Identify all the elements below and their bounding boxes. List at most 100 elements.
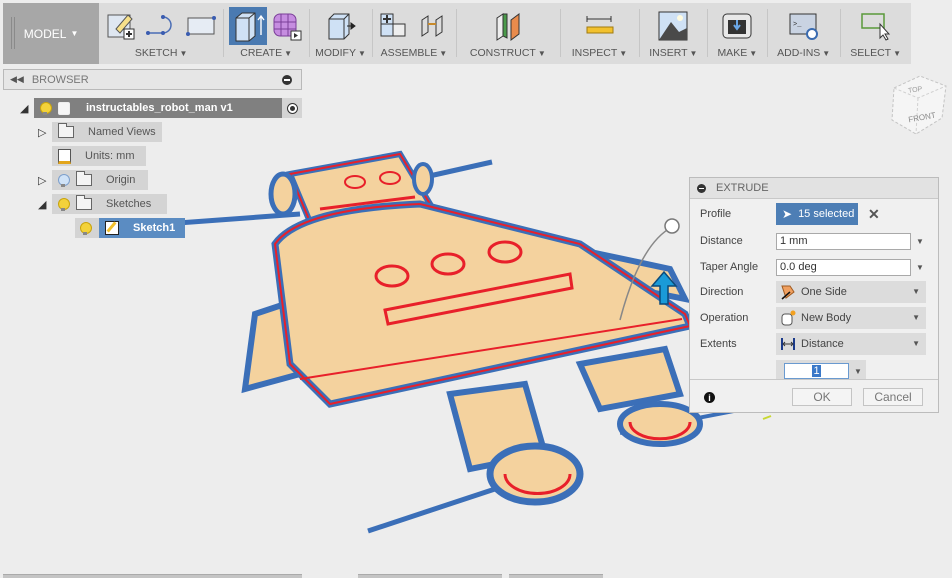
extrude-dialog: EXTRUDE Profile ➤ 15 selected ✕ Distance… [689,177,939,413]
chevron-down-icon[interactable]: ▼ [854,367,862,376]
rectangle-icon[interactable] [185,10,217,42]
robot-leg-right[interactable] [575,345,684,413]
extents-select[interactable]: Distance ▼ [776,333,926,355]
bottom-panel-right[interactable] [509,574,603,578]
distance-row: Distance 1 mm ▼ [700,230,924,252]
visibility-bulb-icon[interactable] [58,173,70,187]
extents-label: Extents [700,338,737,350]
addins-menu[interactable]: ADD-INS ▼ [777,47,830,59]
line-arc-icon[interactable] [145,10,177,42]
svg-text:>_: >_ [793,21,802,29]
inspect-menu[interactable]: INSPECT ▼ [572,47,627,59]
toolbar-group-inspect: INSPECT ▼ [559,3,639,64]
taper-label: Taper Angle [700,261,759,273]
direction-select[interactable]: One Side ▼ [776,281,926,303]
distance-dropdown-icon[interactable]: ▼ [916,237,924,246]
units-document-icon [58,148,71,164]
operation-row: Operation New Body ▼ [700,307,926,329]
sketch-icon [105,221,119,235]
sketch-menu[interactable]: SKETCH ▼ [135,47,188,59]
tree-item-label: Sketches [106,198,152,210]
extrude-footer: i OK Cancel [690,379,938,412]
visibility-bulb-icon[interactable] [40,101,52,115]
extrude-icon[interactable] [229,7,268,45]
scripts-addins-icon[interactable]: >_ [788,10,820,42]
radio-icon [286,102,298,114]
inline-distance-input[interactable]: 1 [784,363,849,379]
construct-plane-icon[interactable] [492,10,524,42]
sketch-line [424,159,493,180]
tree-item-label: Origin [106,174,136,186]
workspace-switcher[interactable]: MODEL ▼ [3,3,100,64]
tree-node-root[interactable]: instructables_robot_man v1 [34,98,282,118]
bottom-panel-center[interactable] [358,574,502,578]
toolbar-grip[interactable] [11,17,15,49]
expand-triangle-icon[interactable]: ▷ [38,126,52,139]
joint-icon[interactable] [418,10,450,42]
chevron-down-icon: ▼ [912,339,920,348]
tree-item-units[interactable]: Units: mm [52,146,146,166]
robot-eye [344,175,366,189]
activate-radio[interactable] [282,98,302,118]
minimize-icon[interactable] [282,75,292,85]
tree-item-label: Named Views [88,126,156,138]
make-menu[interactable]: MAKE ▼ [717,47,757,59]
workspace-label: MODEL [23,26,67,41]
info-icon[interactable]: i [704,392,715,403]
new-component-icon[interactable] [378,10,410,42]
bottom-panel-left[interactable] [3,574,302,578]
visibility-bulb-icon[interactable] [80,221,92,235]
expand-triangle-icon[interactable]: ▷ [38,174,52,187]
select-menu[interactable]: SELECT ▼ [850,47,901,59]
taper-angle-input[interactable]: 0.0 deg [776,258,911,276]
visibility-bulb-icon[interactable] [58,197,70,211]
ok-button[interactable]: OK [792,388,852,406]
expand-triangle-icon[interactable]: ◢ [20,102,34,115]
expand-triangle-icon[interactable]: ◢ [38,198,52,211]
extrude-manipulator-handle[interactable] [664,218,680,234]
browser-header[interactable]: ◀◀ BROWSER [3,69,302,90]
tree-item-origin[interactable]: ▷ Origin [38,170,148,190]
viewcube[interactable]: TOP FRONT [886,70,950,142]
insert-image-icon[interactable] [657,10,689,42]
assemble-menu[interactable]: ASSEMBLE ▼ [381,47,448,59]
insert-menu[interactable]: INSERT ▼ [649,47,697,59]
form-box-icon[interactable] [271,10,303,42]
measure-ruler-icon[interactable] [583,10,615,42]
construct-menu[interactable]: CONSTRUCT ▼ [470,47,546,59]
create-menu[interactable]: CREATE ▼ [240,47,292,59]
tree-root[interactable]: ◢ instructables_robot_man v1 [20,98,302,118]
press-pull-icon[interactable] [325,10,357,42]
operation-value: New Body [801,312,852,324]
create-sketch-icon[interactable] [105,10,137,42]
sketch-line [367,481,511,534]
chevron-down-icon: ▼ [70,29,79,38]
tree-item-label: Sketch1 [133,222,176,234]
profile-label: Profile [700,208,732,220]
tree-item-sketch1[interactable]: Sketch1 [75,218,185,238]
direction-value: One Side [801,286,847,298]
operation-select[interactable]: New Body ▼ [776,307,926,329]
window-select-icon[interactable] [860,10,892,42]
3d-print-icon[interactable] [721,10,753,42]
robot-sketch-profiles[interactable] [177,150,772,534]
distance-input[interactable]: 1 mm [776,232,911,250]
toolbar: MODEL ▼ SKETCH ▼ CREATE ▼ MODIFY ▼ ASSEM… [3,3,911,64]
collapse-panel-icon[interactable]: ◀◀ [10,74,24,85]
modify-menu[interactable]: MODIFY ▼ [315,47,366,59]
robot-ear [412,162,434,196]
extrude-title: EXTRUDE [716,182,769,194]
profile-selection-button[interactable]: ➤ 15 selected [776,203,858,225]
clear-selection-icon[interactable]: ✕ [868,206,880,223]
collapse-dialog-icon[interactable] [697,183,706,193]
component-icon [58,101,70,115]
taper-dropdown-icon[interactable]: ▼ [916,263,924,272]
tree-item-named-views[interactable]: ▷ Named Views [38,122,162,142]
cancel-button[interactable]: Cancel [863,388,923,406]
distance-extent-icon [781,338,795,350]
extrude-dialog-header[interactable]: EXTRUDE [690,178,938,199]
tree-item-sketches[interactable]: ◢ Sketches [38,194,167,214]
toolbar-group-make: MAKE ▼ [707,3,767,64]
robot-chest-button [487,240,523,264]
tree-item-label: Units: mm [85,150,135,162]
